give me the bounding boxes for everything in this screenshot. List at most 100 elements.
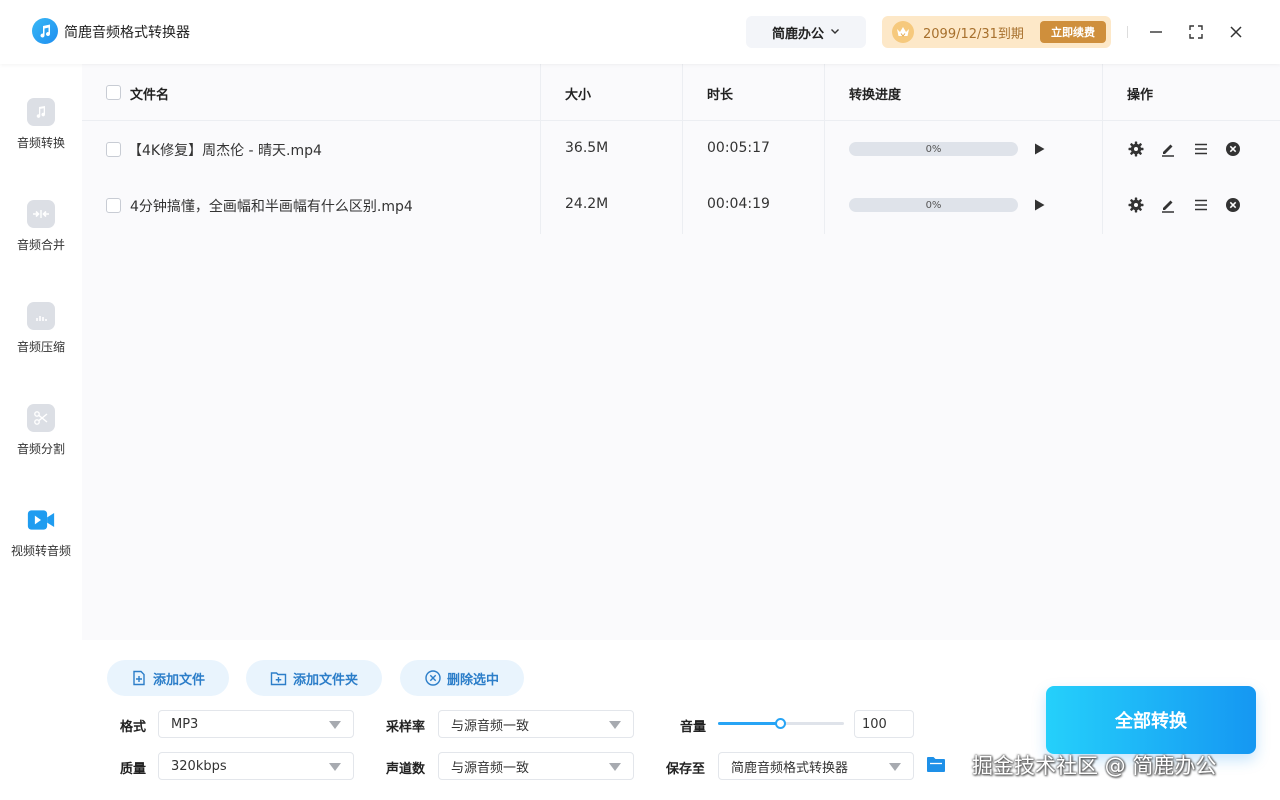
renew-button[interactable]: 立即续费 bbox=[1040, 21, 1106, 43]
volume-slider-fill bbox=[718, 722, 781, 725]
video-camera-icon bbox=[27, 506, 55, 534]
merge-icon bbox=[27, 200, 55, 228]
sidebar-item-label: 音频合并 bbox=[16, 238, 65, 252]
save-to-select[interactable]: 简鹿音频格式转换器 bbox=[718, 752, 914, 780]
menu-list-icon bbox=[1195, 143, 1207, 155]
play-icon bbox=[1034, 199, 1044, 211]
sidebar-item-audio-merge[interactable]: 音频合并 bbox=[0, 194, 82, 274]
sidebar-item-video-to-audio[interactable]: 视频转音频 bbox=[0, 500, 82, 580]
delete-selected-button[interactable]: 删除选中 bbox=[400, 660, 524, 696]
compress-icon bbox=[27, 302, 55, 330]
file-size: 36.5M bbox=[565, 140, 609, 156]
add-folder-icon bbox=[270, 671, 287, 685]
quality-select[interactable]: 320kbps bbox=[158, 752, 354, 780]
sidebar-item-audio-split[interactable]: 音频分割 bbox=[0, 398, 82, 478]
caret-down-icon bbox=[329, 721, 341, 729]
sample-rate-select[interactable]: 与源音频一致 bbox=[438, 710, 634, 738]
add-file-label: 添加文件 bbox=[152, 672, 205, 688]
volume-label: 音量 bbox=[680, 720, 707, 735]
table-header: 文件名 大小 时长 转换进度 操作 bbox=[82, 64, 1280, 121]
file-name: 【4K修复】周杰伦 - 晴天.mp4 bbox=[128, 143, 322, 159]
music-note-icon bbox=[27, 98, 55, 126]
close-window-button[interactable] bbox=[1222, 18, 1250, 46]
add-folder-label: 添加文件夹 bbox=[292, 672, 358, 688]
close-circle-icon bbox=[1226, 198, 1240, 212]
add-folder-button[interactable]: 添加文件夹 bbox=[246, 660, 382, 696]
caret-down-icon bbox=[609, 763, 621, 771]
sample-rate-value: 与源音频一致 bbox=[451, 718, 530, 734]
row-checkbox[interactable] bbox=[106, 198, 121, 213]
row-checkbox[interactable] bbox=[106, 142, 121, 157]
volume-slider[interactable] bbox=[718, 718, 844, 729]
volume-input[interactable]: 100 bbox=[854, 710, 914, 738]
sidebar: 音频转换 音频合并 音频压缩 音频分割 视频转音频 bbox=[0, 64, 82, 800]
sidebar-item-label: 视频转音频 bbox=[10, 544, 71, 558]
caret-down-icon bbox=[609, 721, 621, 729]
header-duration: 时长 bbox=[707, 88, 734, 103]
details-button[interactable] bbox=[1192, 140, 1210, 158]
watermark-text: 掘金技术社区 @ 简鹿办公 bbox=[972, 754, 1217, 778]
file-duration: 00:05:17 bbox=[707, 140, 770, 156]
gear-icon bbox=[1128, 197, 1144, 213]
window-controls-divider bbox=[1127, 26, 1128, 38]
maximize-button[interactable] bbox=[1182, 18, 1210, 46]
vip-status-box: 2099/12/31到期 立即续费 bbox=[882, 16, 1111, 48]
table-row[interactable]: 4分钟搞懂，全画幅和半画幅有什么区别.mp4 24.2M 00:04:19 0% bbox=[82, 177, 1280, 233]
pencil-icon bbox=[1162, 200, 1174, 213]
vip-crown-icon bbox=[892, 21, 914, 43]
open-folder-button[interactable] bbox=[926, 756, 948, 774]
minimize-icon bbox=[1150, 31, 1162, 33]
settings-button[interactable] bbox=[1127, 196, 1145, 214]
add-file-button[interactable]: 添加文件 bbox=[107, 660, 229, 696]
file-list-panel: 文件名 大小 时长 转换进度 操作 【4K修复】周杰伦 - 晴天.mp4 36.… bbox=[82, 64, 1280, 640]
add-file-icon bbox=[133, 670, 145, 686]
header-progress: 转换进度 bbox=[849, 88, 902, 103]
remove-row-button[interactable] bbox=[1224, 196, 1242, 214]
format-value: MP3 bbox=[171, 716, 199, 732]
remove-row-button[interactable] bbox=[1224, 140, 1242, 158]
settings-button[interactable] bbox=[1127, 140, 1145, 158]
sidebar-item-audio-convert[interactable]: 音频转换 bbox=[0, 92, 82, 172]
quality-value: 320kbps bbox=[171, 758, 227, 774]
caret-down-icon bbox=[889, 763, 901, 771]
maximize-icon bbox=[1189, 25, 1203, 39]
details-button[interactable] bbox=[1192, 196, 1210, 214]
title-bar: 简鹿音频格式转换器 简鹿办公 2099/12/31到期 立即续费 bbox=[0, 0, 1280, 64]
company-label: 简鹿办公 bbox=[771, 26, 824, 42]
format-select[interactable]: MP3 bbox=[158, 710, 354, 738]
rename-button[interactable] bbox=[1159, 140, 1177, 158]
vip-expiry-text: 2099/12/31到期 bbox=[923, 26, 1024, 42]
file-name: 4分钟搞懂，全画幅和半画幅有什么区别.mp4 bbox=[130, 199, 413, 215]
play-icon bbox=[1034, 143, 1044, 155]
pencil-icon bbox=[1162, 144, 1174, 157]
quality-label: 质量 bbox=[120, 762, 147, 777]
close-circle-icon bbox=[1226, 142, 1240, 156]
volume-slider-handle[interactable] bbox=[775, 718, 786, 729]
channels-value: 与源音频一致 bbox=[451, 760, 530, 776]
header-filename: 文件名 bbox=[130, 88, 170, 103]
rename-button[interactable] bbox=[1159, 196, 1177, 214]
play-button[interactable] bbox=[1032, 142, 1046, 156]
folder-icon bbox=[927, 757, 945, 772]
table-row[interactable]: 【4K修复】周杰伦 - 晴天.mp4 36.5M 00:05:17 0% bbox=[82, 121, 1280, 177]
select-all-checkbox[interactable] bbox=[106, 85, 121, 100]
chevron-down-icon bbox=[830, 25, 840, 40]
progress-bar: 0% bbox=[849, 198, 1018, 212]
convert-all-button[interactable]: 全部转换 bbox=[1046, 686, 1256, 754]
channels-select[interactable]: 与源音频一致 bbox=[438, 752, 634, 780]
caret-down-icon bbox=[329, 763, 341, 771]
minimize-button[interactable] bbox=[1142, 18, 1170, 46]
delete-selected-label: 删除选中 bbox=[446, 672, 499, 688]
menu-list-icon bbox=[1195, 199, 1207, 211]
progress-bar: 0% bbox=[849, 142, 1018, 156]
header-size: 大小 bbox=[565, 88, 592, 103]
sidebar-item-audio-compress[interactable]: 音频压缩 bbox=[0, 296, 82, 376]
progress-text: 0% bbox=[925, 143, 942, 155]
play-button[interactable] bbox=[1032, 198, 1046, 212]
file-size: 24.2M bbox=[565, 196, 609, 212]
app-title: 简鹿音频格式转换器 bbox=[64, 25, 190, 41]
close-icon bbox=[1230, 26, 1242, 38]
save-to-label: 保存至 bbox=[666, 762, 706, 777]
company-dropdown-button[interactable]: 简鹿办公 bbox=[746, 16, 866, 48]
channels-label: 声道数 bbox=[386, 762, 426, 777]
